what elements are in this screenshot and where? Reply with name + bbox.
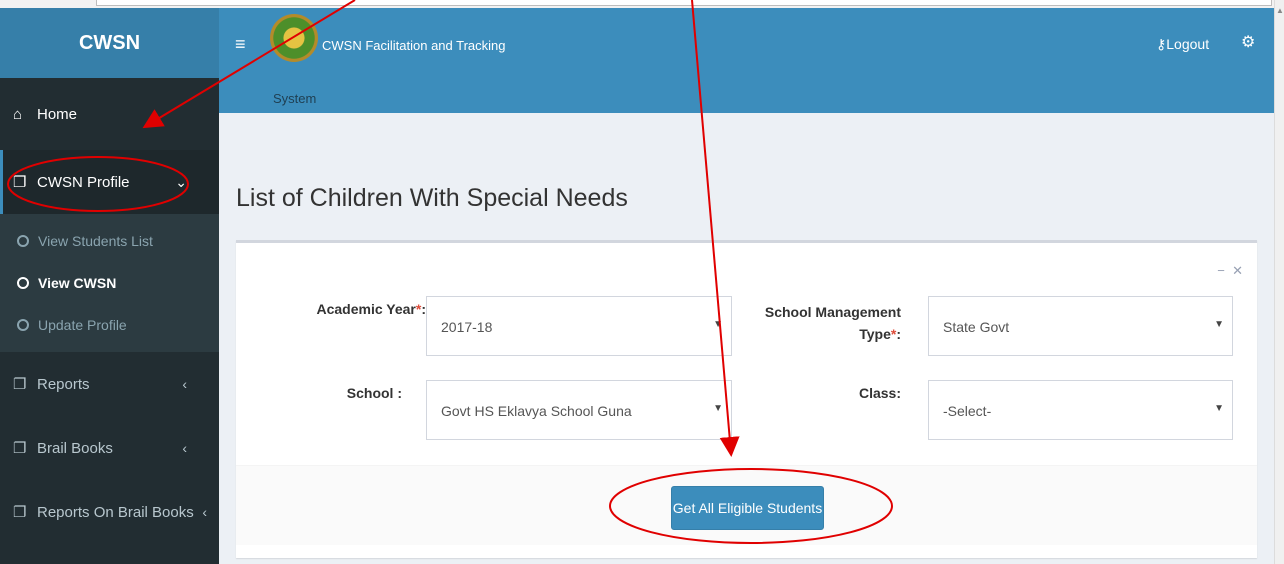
sidebar: CWSN ⌂ Home ❐ CWSN Profile ⌄ View Studen… — [0, 8, 219, 564]
copy-icon: ❐ — [13, 174, 27, 191]
sidebar-item-cwsn-profile[interactable]: ❐ CWSN Profile ⌄ — [0, 150, 219, 214]
brand-logo[interactable]: CWSN — [0, 8, 219, 78]
sidebar-item-label: Reports On Brail Books — [37, 503, 194, 521]
sidebar-item-label: Reports — [37, 375, 90, 393]
submenu-item-view-cwsn[interactable]: View CWSN — [0, 262, 219, 304]
box-tools: − ✕ — [1217, 263, 1243, 279]
submenu-label: View CWSN — [38, 275, 117, 291]
home-icon: ⌂ — [13, 105, 23, 123]
academic-year-select[interactable]: 2017-18 ▼ — [426, 296, 732, 356]
submenu-item-update-profile[interactable]: Update Profile — [0, 304, 219, 346]
select-value: Govt HS Eklavya School Guna — [441, 403, 632, 419]
top-header: ≡ CWSN Facilitation and Tracking System … — [219, 8, 1274, 113]
browser-top-strip — [0, 0, 1284, 8]
emblem-logo — [270, 14, 318, 62]
dropdown-arrow-icon: ▼ — [1214, 403, 1224, 414]
logout-label: Logout — [1166, 36, 1210, 52]
select-value: -Select- — [943, 403, 992, 419]
sidebar-item-label: Home — [37, 105, 78, 123]
app-title-line2: System — [273, 91, 317, 106]
dropdown-arrow-icon: ▼ — [1214, 319, 1224, 330]
class-select[interactable]: -Select- ▼ — [928, 380, 1233, 440]
circle-icon — [17, 277, 29, 289]
dropdown-arrow-icon: ▼ — [713, 403, 723, 414]
copy-icon: ❐ — [13, 440, 27, 457]
circle-icon — [17, 319, 29, 331]
management-type-select[interactable]: State Govt ▼ — [928, 296, 1233, 356]
box-footer: Get All Eligible Students — [236, 465, 1257, 545]
get-eligible-students-button[interactable]: Get All Eligible Students — [671, 486, 824, 530]
circle-icon — [17, 235, 29, 247]
app-title: CWSN Facilitation and Tracking — [322, 38, 506, 53]
management-type-label: School Management Type*: — [764, 304, 901, 342]
copy-icon: ❐ — [13, 504, 27, 521]
dropdown-arrow-icon: ▼ — [713, 319, 723, 330]
select-value: State Govt — [943, 319, 1010, 335]
gear-icon[interactable]: ⚙ — [1241, 32, 1255, 52]
filter-box: − ✕ Academic Year*: 2017-18 ▼ School Man… — [236, 240, 1257, 558]
chevron-left-icon: ‹ — [202, 504, 207, 520]
submenu-label: Update Profile — [38, 317, 127, 333]
sidebar-item-reports-brail[interactable]: ❐ Reports On Brail Books ‹ — [0, 480, 219, 544]
chevron-down-icon: ⌄ — [175, 173, 187, 190]
copy-icon: ❐ — [13, 376, 27, 393]
sidebar-item-brail-books[interactable]: ❐ Brail Books ‹ — [0, 416, 219, 480]
chevron-left-icon: ‹ — [182, 440, 187, 456]
submenu: View Students List View CWSN Update Prof… — [0, 214, 219, 352]
sidebar-item-home[interactable]: ⌂ Home — [0, 78, 219, 150]
select-value: 2017-18 — [441, 319, 493, 335]
class-label: Class: — [858, 385, 901, 401]
close-icon[interactable]: ✕ — [1232, 263, 1243, 278]
page-scrollbar[interactable]: ▲ — [1274, 0, 1284, 564]
chevron-left-icon: ‹ — [182, 376, 187, 392]
sidebar-item-label: CWSN Profile — [37, 173, 130, 191]
logout-link[interactable]: ⚷Logout — [1156, 36, 1209, 53]
school-select[interactable]: Govt HS Eklavya School Guna ▼ — [426, 380, 732, 440]
key-icon: ⚷ — [1156, 36, 1167, 52]
sidebar-item-reports[interactable]: ❐ Reports ‹ — [0, 352, 219, 416]
sidebar-item-label: Brail Books — [37, 439, 113, 457]
academic-year-label: Academic Year*: — [316, 301, 427, 317]
minus-icon[interactable]: − — [1217, 263, 1225, 278]
submenu-item-view-students[interactable]: View Students List — [0, 220, 219, 262]
school-label: School : — [346, 385, 402, 401]
submenu-label: View Students List — [38, 233, 153, 249]
menu-toggle-icon[interactable]: ≡ — [235, 34, 246, 55]
page-title: List of Children With Special Needs — [236, 184, 628, 212]
